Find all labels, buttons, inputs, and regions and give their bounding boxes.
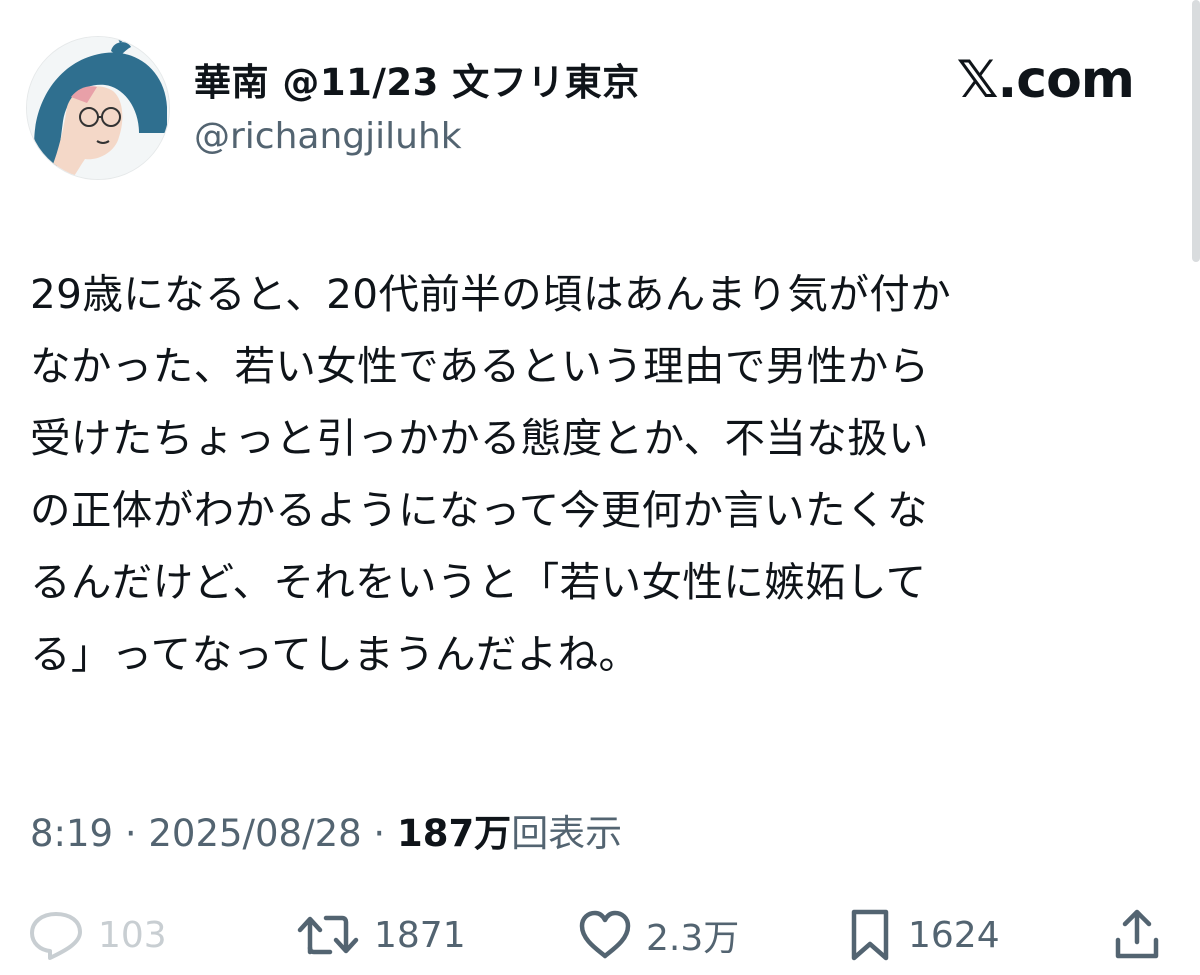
reply-icon: [30, 912, 82, 960]
scrollbar[interactable]: [1192, 0, 1200, 262]
avatar[interactable]: [26, 36, 170, 180]
tweet-line: なかった、若い女性であるという理由で男性から: [30, 342, 930, 390]
meta-separator: ·: [373, 812, 386, 855]
tweet-line: 受けたちょっと引っかかる態度とか、不当な扱い: [30, 414, 929, 462]
retweet-count: 1871: [374, 914, 466, 956]
like-button[interactable]: 2.3万: [578, 900, 739, 970]
like-count: 2.3万: [646, 918, 740, 959]
reply-count: 103: [98, 914, 167, 956]
bookmark-icon: [851, 909, 889, 961]
tweet-line: 29歳になると、20代前半の頃はあんまり気が付か: [30, 270, 952, 318]
retweet-button[interactable]: 1871: [296, 900, 466, 970]
share-icon: [1115, 909, 1159, 959]
tweet-time[interactable]: 8:19: [30, 812, 113, 855]
tweet-date[interactable]: 2025/08/28: [148, 812, 361, 855]
bookmark-button[interactable]: 1624: [846, 900, 1000, 970]
tweet-meta: 8:19 · 2025/08/28 · 187万回表示: [30, 803, 622, 857]
views-label: 回表示: [511, 812, 623, 855]
tweet-line: るんだけど、それをいうと「若い女性に嫉妬して: [30, 558, 927, 606]
share-button[interactable]: [1112, 900, 1162, 970]
reply-button[interactable]: 103: [28, 900, 167, 970]
heart-icon: [579, 910, 631, 959]
tweet-line: の正体がわかるようになって今更何か言いたくな: [30, 486, 928, 534]
retweet-icon: [297, 915, 359, 955]
tweet-text: 29歳になると、20代前半の頃はあんまり気が付か なかった、若い女性であるという…: [30, 258, 1150, 690]
brand-logo: 𝕏.com: [956, 50, 1135, 110]
bookmark-count: 1624: [908, 914, 1000, 956]
display-name[interactable]: 華南 @11/23 文フリ東京: [194, 52, 640, 106]
tweet-line: る」ってなってしまうんだよね。: [30, 630, 640, 678]
meta-separator: ·: [124, 812, 137, 855]
handle[interactable]: @richangjiluhk: [194, 116, 462, 157]
illustrated-avatar-icon: [27, 37, 169, 179]
action-bar: 103 1871 2.3万 1624: [0, 900, 1200, 970]
views-count: 187万: [396, 812, 512, 855]
